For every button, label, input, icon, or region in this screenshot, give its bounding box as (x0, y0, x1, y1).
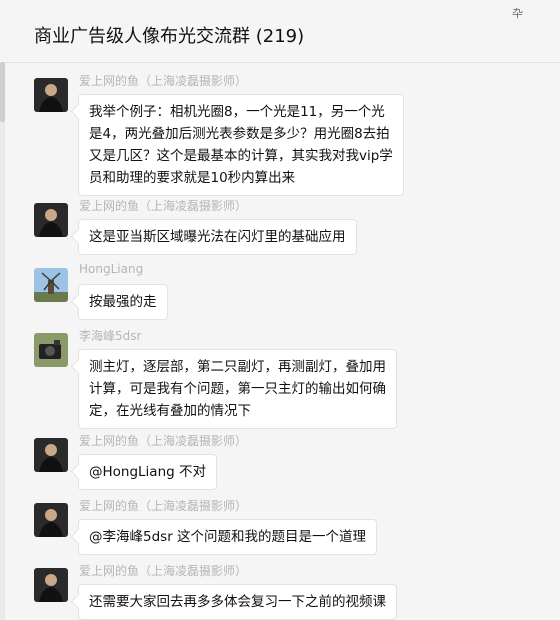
message-bubble: 按最强的走 (78, 284, 168, 320)
avatar[interactable] (34, 268, 68, 302)
message-bubble: 这是亚当斯区域曝光法在闪灯里的基础应用 (78, 219, 357, 255)
sender-name: HongLiang (79, 262, 144, 276)
message-bubble: @HongLiang 不对 (78, 454, 217, 490)
sender-name: 爱上网的鱼（上海凌磊摄影师） (79, 434, 248, 448)
message-bubble: 我举个例子：相机光圈8，一个光是11，另一个光 是4，两光叠加后测光表参数是多少… (78, 94, 404, 196)
avatar[interactable] (34, 78, 68, 112)
pin-icon[interactable]: 卆 (512, 5, 523, 21)
avatar[interactable] (34, 568, 68, 602)
message-bubble: @李海峰5dsr 这个问题和我的题目是一个道理 (78, 519, 378, 555)
message-bubble: 测主灯，逐层部，第二只副灯，再测副灯，叠加用 计算，可是我有个问题，第一只主灯的… (78, 349, 397, 429)
avatar[interactable] (34, 438, 68, 472)
scrollbar[interactable] (0, 62, 5, 620)
sender-name: 爱上网的鱼（上海凌磊摄影师） (79, 499, 248, 513)
avatar[interactable] (34, 333, 68, 367)
chat-header: 商业广告级人像布光交流群 (219) 卆 (0, 0, 560, 63)
sender-name: 李海峰5dsr (79, 329, 142, 343)
group-title: 商业广告级人像布光交流群 (219) (34, 26, 305, 47)
message-bubble: 还需要大家回去再多多体会复习一下之前的视频课 (78, 584, 397, 620)
avatar[interactable] (34, 203, 68, 237)
avatar[interactable] (34, 503, 68, 537)
sender-name: 爱上网的鱼（上海凌磊摄影师） (79, 564, 248, 578)
sender-name: 爱上网的鱼（上海凌磊摄影师） (79, 74, 248, 88)
sender-name: 爱上网的鱼（上海凌磊摄影师） (79, 199, 248, 213)
scrollbar-thumb[interactable] (0, 62, 5, 122)
